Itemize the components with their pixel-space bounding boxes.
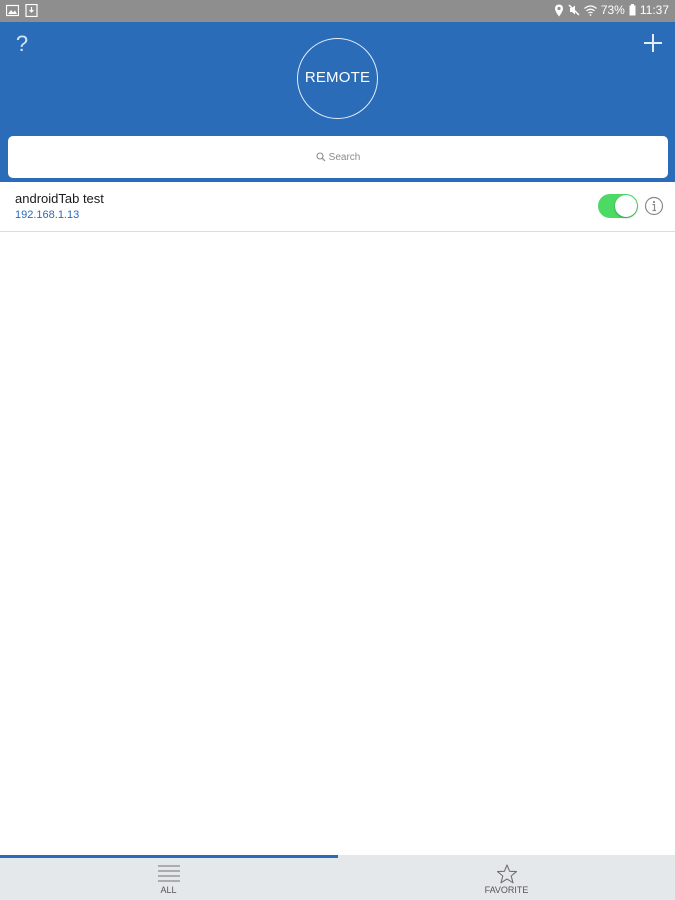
status-bar: 73% 11:37 [0, 0, 675, 22]
remote-logo: REMOTE [297, 38, 378, 119]
tab-favorite[interactable]: FAVORITE [338, 858, 675, 900]
help-button[interactable]: ? [12, 30, 32, 58]
device-enable-toggle[interactable] [598, 194, 638, 218]
app-header: ? REMOTE Search [0, 22, 675, 182]
wifi-icon [583, 4, 597, 16]
list-icon [157, 865, 180, 882]
notification-icons [6, 4, 38, 17]
mute-icon [568, 4, 580, 16]
bottom-tab-bar: ALL FAVORITE [0, 855, 675, 900]
star-icon [496, 864, 517, 884]
location-icon [554, 4, 563, 16]
search-field[interactable]: Search [8, 136, 668, 178]
search-placeholder: Search [328, 151, 361, 163]
add-device-button[interactable] [641, 30, 665, 56]
info-icon[interactable] [644, 196, 664, 216]
battery-percentage: 73% [600, 3, 625, 17]
device-list: androidTab test 192.168.1.13 [0, 182, 675, 232]
search-icon [316, 152, 326, 162]
battery-icon [629, 4, 636, 16]
system-indicators: 73% 11:37 [554, 3, 669, 17]
image-notification-icon [6, 4, 19, 17]
device-row[interactable]: androidTab test 192.168.1.13 [0, 182, 675, 232]
tab-favorite-label: FAVORITE [484, 885, 529, 895]
device-name: androidTab test [15, 191, 104, 206]
clock: 11:37 [639, 3, 669, 17]
tab-all[interactable]: ALL [0, 858, 337, 900]
download-notification-icon [25, 4, 38, 17]
toggle-knob [615, 195, 637, 217]
tab-all-label: ALL [160, 885, 177, 895]
device-ip: 192.168.1.13 [15, 209, 80, 221]
